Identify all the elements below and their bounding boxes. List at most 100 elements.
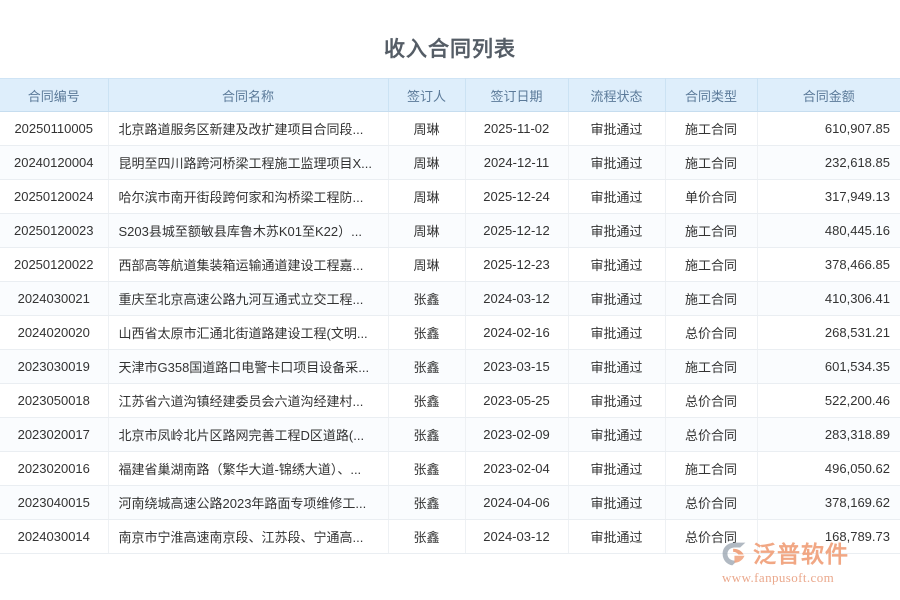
cell-signer[interactable]: 张鑫 xyxy=(388,282,465,316)
table-row[interactable]: 2023030019天津市G358国道路口电警卡口项目设备采...张鑫2023-… xyxy=(0,350,900,384)
cell-code[interactable]: 2024030014 xyxy=(0,520,108,554)
cell-signer[interactable]: 周琳 xyxy=(388,248,465,282)
cell-code[interactable]: 2024030021 xyxy=(0,282,108,316)
cell-signer[interactable]: 周琳 xyxy=(388,180,465,214)
cell-code[interactable]: 20250120022 xyxy=(0,248,108,282)
cell-date: 2024-12-11 xyxy=(465,146,568,180)
cell-name[interactable]: 昆明至四川路跨河桥梁工程施工监理项目X... xyxy=(108,146,388,180)
table-row[interactable]: 20250120022西部高等航道集装箱运输通道建设工程嘉...周琳2025-1… xyxy=(0,248,900,282)
cell-name[interactable]: 重庆至北京高速公路九河互通式立交工程... xyxy=(108,282,388,316)
table-row[interactable]: 2023020017北京市凤岭北片区路网完善工程D区道路(...张鑫2023-0… xyxy=(0,418,900,452)
cell-type: 总价合同 xyxy=(665,486,757,520)
cell-signer[interactable]: 周琳 xyxy=(388,146,465,180)
table-row[interactable]: 20250110005北京路道服务区新建及改扩建项目合同段...周琳2025-1… xyxy=(0,112,900,146)
cell-status: 审批通过 xyxy=(568,350,665,384)
cell-status: 审批通过 xyxy=(568,112,665,146)
cell-name[interactable]: 西部高等航道集装箱运输通道建设工程嘉... xyxy=(108,248,388,282)
cell-status: 审批通过 xyxy=(568,418,665,452)
table-row[interactable]: 2024030014南京市宁淮高速南京段、江苏段、宁通高...张鑫2024-03… xyxy=(0,520,900,554)
cell-name[interactable]: 天津市G358国道路口电警卡口项目设备采... xyxy=(108,350,388,384)
cell-amount: 168,789.73 xyxy=(757,520,900,554)
cell-code[interactable]: 2023020017 xyxy=(0,418,108,452)
cell-name[interactable]: 南京市宁淮高速南京段、江苏段、宁通高... xyxy=(108,520,388,554)
cell-signer[interactable]: 张鑫 xyxy=(388,418,465,452)
cell-signer[interactable]: 张鑫 xyxy=(388,316,465,350)
column-header-code[interactable]: 合同编号 xyxy=(0,79,108,112)
cell-amount: 283,318.89 xyxy=(757,418,900,452)
cell-name[interactable]: 北京路道服务区新建及改扩建项目合同段... xyxy=(108,112,388,146)
cell-type: 施工合同 xyxy=(665,214,757,248)
table-row[interactable]: 2024030021重庆至北京高速公路九河互通式立交工程...张鑫2024-03… xyxy=(0,282,900,316)
cell-code[interactable]: 2023050018 xyxy=(0,384,108,418)
cell-code[interactable]: 20250110005 xyxy=(0,112,108,146)
cell-type: 施工合同 xyxy=(665,146,757,180)
table-row[interactable]: 2023050018江苏省六道沟镇经建委员会六道沟经建村...张鑫2023-05… xyxy=(0,384,900,418)
cell-date: 2023-02-09 xyxy=(465,418,568,452)
cell-signer[interactable]: 周琳 xyxy=(388,214,465,248)
cell-amount: 480,445.16 xyxy=(757,214,900,248)
cell-date: 2024-03-12 xyxy=(465,520,568,554)
cell-type: 总价合同 xyxy=(665,418,757,452)
cell-type: 总价合同 xyxy=(665,384,757,418)
column-header-type[interactable]: 合同类型 xyxy=(665,79,757,112)
cell-date: 2025-12-23 xyxy=(465,248,568,282)
column-header-amount[interactable]: 合同金额 xyxy=(757,79,900,112)
cell-date: 2025-11-02 xyxy=(465,112,568,146)
cell-date: 2023-02-04 xyxy=(465,452,568,486)
cell-amount: 317,949.13 xyxy=(757,180,900,214)
cell-name[interactable]: 哈尔滨市南开街段跨何家和沟桥梁工程防... xyxy=(108,180,388,214)
cell-date: 2025-12-24 xyxy=(465,180,568,214)
table-row[interactable]: 2023020016福建省巢湖南路（繁华大道-锦绣大道）、...张鑫2023-0… xyxy=(0,452,900,486)
cell-signer[interactable]: 张鑫 xyxy=(388,452,465,486)
cell-date: 2025-12-12 xyxy=(465,214,568,248)
cell-signer[interactable]: 张鑫 xyxy=(388,520,465,554)
cell-name[interactable]: 山西省太原市汇通北街道路建设工程(文明... xyxy=(108,316,388,350)
cell-status: 审批通过 xyxy=(568,384,665,418)
column-header-date[interactable]: 签订日期 xyxy=(465,79,568,112)
table-row[interactable]: 20250120024哈尔滨市南开街段跨何家和沟桥梁工程防...周琳2025-1… xyxy=(0,180,900,214)
table-body: 20250110005北京路道服务区新建及改扩建项目合同段...周琳2025-1… xyxy=(0,112,900,554)
cell-status: 审批通过 xyxy=(568,248,665,282)
table-row[interactable]: 20240120004昆明至四川路跨河桥梁工程施工监理项目X...周琳2024-… xyxy=(0,146,900,180)
cell-code[interactable]: 20250120024 xyxy=(0,180,108,214)
cell-status: 审批通过 xyxy=(568,486,665,520)
cell-status: 审批通过 xyxy=(568,316,665,350)
cell-amount: 601,534.35 xyxy=(757,350,900,384)
column-header-name[interactable]: 合同名称 xyxy=(108,79,388,112)
contract-list-page: 收入合同列表 合同编号 合同名称 签订人 签订日期 流程状态 合同类型 合同金额… xyxy=(0,0,900,600)
cell-code[interactable]: 2023040015 xyxy=(0,486,108,520)
cell-amount: 610,907.85 xyxy=(757,112,900,146)
table-header-row: 合同编号 合同名称 签订人 签订日期 流程状态 合同类型 合同金额 xyxy=(0,79,900,112)
cell-name[interactable]: 江苏省六道沟镇经建委员会六道沟经建村... xyxy=(108,384,388,418)
cell-name[interactable]: 河南绕城高速公路2023年路面专项维修工... xyxy=(108,486,388,520)
cell-code[interactable]: 2024020020 xyxy=(0,316,108,350)
table-row[interactable]: 2023040015河南绕城高速公路2023年路面专项维修工...张鑫2024-… xyxy=(0,486,900,520)
table-row[interactable]: 2024020020山西省太原市汇通北街道路建设工程(文明...张鑫2024-0… xyxy=(0,316,900,350)
cell-amount: 268,531.21 xyxy=(757,316,900,350)
cell-signer[interactable]: 张鑫 xyxy=(388,384,465,418)
column-header-status[interactable]: 流程状态 xyxy=(568,79,665,112)
cell-code[interactable]: 2023020016 xyxy=(0,452,108,486)
cell-date: 2023-05-25 xyxy=(465,384,568,418)
cell-date: 2024-03-12 xyxy=(465,282,568,316)
cell-type: 施工合同 xyxy=(665,452,757,486)
table-row[interactable]: 20250120023S203县城至额敏县库鲁木苏K01至K22）...周琳20… xyxy=(0,214,900,248)
cell-amount: 410,306.41 xyxy=(757,282,900,316)
watermark-url: www.fanpusoft.com xyxy=(722,570,888,586)
cell-amount: 378,169.62 xyxy=(757,486,900,520)
cell-name[interactable]: 福建省巢湖南路（繁华大道-锦绣大道）、... xyxy=(108,452,388,486)
cell-status: 审批通过 xyxy=(568,520,665,554)
table-header: 合同编号 合同名称 签订人 签订日期 流程状态 合同类型 合同金额 xyxy=(0,79,900,112)
cell-code[interactable]: 20250120023 xyxy=(0,214,108,248)
cell-name[interactable]: S203县城至额敏县库鲁木苏K01至K22）... xyxy=(108,214,388,248)
cell-date: 2024-04-06 xyxy=(465,486,568,520)
cell-amount: 496,050.62 xyxy=(757,452,900,486)
cell-code[interactable]: 20240120004 xyxy=(0,146,108,180)
cell-type: 施工合同 xyxy=(665,282,757,316)
cell-signer[interactable]: 周琳 xyxy=(388,112,465,146)
cell-signer[interactable]: 张鑫 xyxy=(388,486,465,520)
cell-signer[interactable]: 张鑫 xyxy=(388,350,465,384)
column-header-signer[interactable]: 签订人 xyxy=(388,79,465,112)
cell-code[interactable]: 2023030019 xyxy=(0,350,108,384)
cell-name[interactable]: 北京市凤岭北片区路网完善工程D区道路(... xyxy=(108,418,388,452)
